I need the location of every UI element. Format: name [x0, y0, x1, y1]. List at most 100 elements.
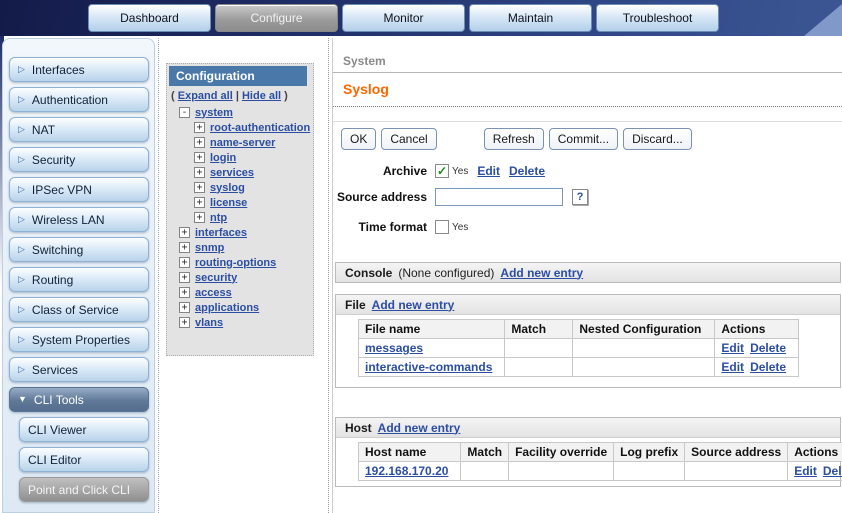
hide-all-link[interactable]: Hide all: [242, 90, 281, 102]
refresh-button[interactable]: Refresh: [484, 128, 544, 150]
actions-header: Actions: [715, 320, 799, 339]
tree-link[interactable]: license: [210, 197, 247, 209]
tree-link[interactable]: interfaces: [195, 227, 247, 239]
edit-link[interactable]: Edit: [721, 341, 744, 355]
tree-link[interactable]: syslog: [210, 182, 245, 194]
sidebar-item-label: Security: [32, 153, 75, 167]
sidebar-item-services[interactable]: ▷ Services: [9, 357, 149, 382]
sidebar-item-cli-editor[interactable]: CLI Editor: [19, 447, 149, 472]
tree-link[interactable]: login: [210, 152, 236, 164]
plus-icon[interactable]: +: [179, 242, 190, 253]
tree-link[interactable]: routing-options: [195, 257, 276, 269]
help-icon[interactable]: ?: [572, 189, 588, 205]
sidebar-item-system-properties[interactable]: ▷ System Properties: [9, 327, 149, 352]
file-name-link[interactable]: interactive-commands: [365, 360, 492, 374]
expand-icon: ▷: [18, 185, 25, 194]
plus-icon[interactable]: +: [179, 287, 190, 298]
sidebar-item-label: CLI Editor: [28, 453, 81, 467]
tree-link[interactable]: services: [210, 167, 254, 179]
match-header: Match: [461, 443, 509, 462]
plus-icon[interactable]: +: [194, 197, 205, 208]
plus-icon[interactable]: +: [179, 227, 190, 238]
tab-monitor[interactable]: Monitor: [342, 4, 465, 32]
archive-row: Archive ✓ Yes Edit Delete: [333, 164, 554, 178]
file-add-new-entry-link[interactable]: Add new entry: [372, 298, 455, 312]
console-add-new-entry-link[interactable]: Add new entry: [500, 266, 583, 280]
plus-icon[interactable]: +: [194, 122, 205, 133]
host-name-header: Host name: [359, 443, 461, 462]
archive-checkbox[interactable]: ✓: [435, 164, 449, 178]
facility-override-header: Facility override: [509, 443, 614, 462]
archive-edit-link[interactable]: Edit: [477, 164, 500, 178]
tree-link[interactable]: access: [195, 287, 232, 299]
commit-button[interactable]: Commit...: [549, 128, 618, 150]
separator: |: [236, 90, 239, 102]
ok-button[interactable]: OK: [341, 128, 376, 150]
sidebar-item-cli-tools[interactable]: ▼ CLI Tools: [9, 387, 149, 412]
plus-icon[interactable]: +: [179, 272, 190, 283]
plus-icon[interactable]: +: [194, 182, 205, 193]
sidebar-item-wireless-lan[interactable]: ▷ Wireless LAN: [9, 207, 149, 232]
tab-dashboard[interactable]: Dashboard: [88, 4, 211, 32]
tab-troubleshoot[interactable]: Troubleshoot: [596, 4, 719, 32]
sidebar-item-class-of-service[interactable]: ▷ Class of Service: [9, 297, 149, 322]
time-format-checkbox[interactable]: [435, 220, 449, 234]
plus-icon[interactable]: +: [194, 212, 205, 223]
delete-link[interactable]: Delete: [823, 464, 842, 478]
plus-icon[interactable]: +: [194, 167, 205, 178]
plus-icon[interactable]: +: [179, 302, 190, 313]
edit-link[interactable]: Edit: [794, 464, 817, 478]
cancel-button[interactable]: Cancel: [381, 128, 436, 150]
host-title: Host: [345, 421, 372, 435]
source-address-header: Source address: [685, 443, 788, 462]
vertical-divider: [328, 38, 329, 513]
delete-link[interactable]: Delete: [750, 360, 786, 374]
sidebar-item-authentication[interactable]: ▷ Authentication: [9, 87, 149, 112]
sidebar-item-point-and-click-cli[interactable]: Point and Click CLI: [19, 477, 149, 502]
edit-link[interactable]: Edit: [721, 360, 744, 374]
source-address-input[interactable]: [435, 188, 563, 206]
tree-link[interactable]: security: [195, 272, 237, 284]
sidebar-item-security[interactable]: ▷ Security: [9, 147, 149, 172]
discard-button[interactable]: Discard...: [623, 128, 692, 150]
content-pane: System Syslog OK Cancel Refresh Commit..…: [332, 38, 842, 513]
sidebar-item-interfaces[interactable]: ▷ Interfaces: [9, 57, 149, 82]
tree-link[interactable]: system: [195, 107, 233, 119]
plus-icon[interactable]: +: [194, 152, 205, 163]
match-cell: [505, 339, 573, 358]
tree-link[interactable]: name-server: [210, 137, 275, 149]
tree-link[interactable]: root-authentication: [210, 122, 310, 134]
nested-configuration-header: Nested Configuration: [573, 320, 715, 339]
tab-maintain[interactable]: Maintain: [469, 4, 592, 32]
tree-link[interactable]: vlans: [195, 317, 223, 329]
expand-icon: ▷: [18, 275, 25, 284]
expand-all-link[interactable]: Expand all: [178, 90, 233, 102]
minus-icon[interactable]: -: [179, 107, 190, 118]
nested-cell: [573, 358, 715, 377]
host-add-new-entry-link[interactable]: Add new entry: [378, 421, 461, 435]
plus-icon[interactable]: +: [179, 257, 190, 268]
expand-icon: ▷: [18, 155, 25, 164]
tab-configure[interactable]: Configure: [215, 4, 338, 32]
match-cell: [505, 358, 573, 377]
sidebar-item-switching[interactable]: ▷ Switching: [9, 237, 149, 262]
delete-link[interactable]: Delete: [750, 341, 786, 355]
page-title: Syslog: [343, 81, 389, 97]
tree-link[interactable]: applications: [195, 302, 259, 314]
sidebar-item-label: System Properties: [32, 333, 130, 347]
archive-delete-link[interactable]: Delete: [509, 164, 545, 178]
plus-icon[interactable]: +: [194, 137, 205, 148]
file-name-link[interactable]: messages: [365, 341, 423, 355]
host-name-link[interactable]: 192.168.170.20: [365, 464, 448, 478]
tree-node-ntp: + ntp: [167, 210, 313, 225]
plus-icon[interactable]: +: [179, 317, 190, 328]
sidebar-item-nat[interactable]: ▷ NAT: [9, 117, 149, 142]
sidebar-item-cli-viewer[interactable]: CLI Viewer: [19, 417, 149, 442]
sidebar-item-ipsec-vpn[interactable]: ▷ IPSec VPN: [9, 177, 149, 202]
actions-cell: Edit Delete: [715, 339, 799, 358]
sidebar-item-routing[interactable]: ▷ Routing: [9, 267, 149, 292]
tree-link[interactable]: snmp: [195, 242, 224, 254]
configuration-tree-panel: Configuration ( Expand all | Hide all ) …: [166, 63, 314, 356]
tree-node-snmp: + snmp: [167, 240, 313, 255]
tree-link[interactable]: ntp: [210, 212, 227, 224]
